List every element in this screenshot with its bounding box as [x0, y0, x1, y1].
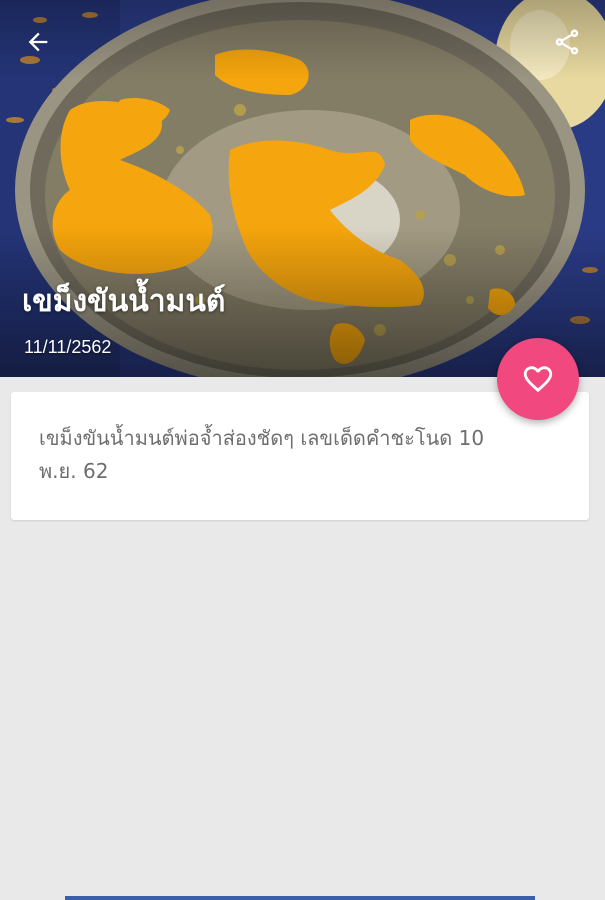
- share-icon: [555, 29, 579, 55]
- description-text: เขม็งขันน้ำมนต์พ่อจ้ำส่องชัดๆ เลขเด็ดคำช…: [39, 426, 485, 483]
- header-image: เขม็งขันน้ำมนต์ 11/11/2562: [0, 0, 605, 377]
- page-title: เขม็งขันน้ำมนต์: [22, 284, 226, 319]
- article-detail-screen: เขม็งขันน้ำมนต์ 11/11/2562 เขม็งขันน้ำมน…: [0, 0, 605, 900]
- arrow-left-icon: [28, 32, 48, 52]
- back-button[interactable]: [16, 20, 60, 64]
- share-button[interactable]: [545, 20, 589, 64]
- heart-outline-icon: [523, 366, 553, 393]
- description-card: เขม็งขันน้ำมนต์พ่อจ้ำส่องชัดๆ เลขเด็ดคำช…: [11, 392, 589, 520]
- bottom-banner-edge: [65, 896, 535, 900]
- post-date: 11/11/2562: [24, 337, 112, 357]
- top-gradient: [0, 0, 605, 80]
- favorite-button[interactable]: [497, 338, 579, 420]
